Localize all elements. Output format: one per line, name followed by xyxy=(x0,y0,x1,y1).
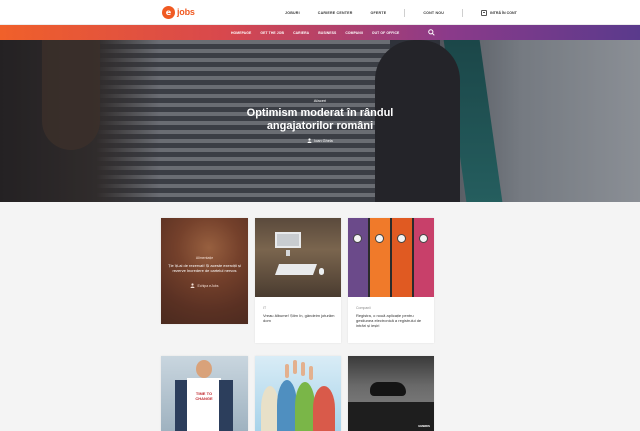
search-icon[interactable] xyxy=(428,29,435,36)
binder-ring xyxy=(375,234,384,243)
category-cariera[interactable]: CARIERA xyxy=(293,31,309,35)
card-category[interactable]: Alimentație xyxy=(167,256,242,260)
nav-separator xyxy=(462,8,464,17)
binder-image xyxy=(348,218,368,297)
page: e jobs JOBURI CARIERE CENTER OFERTE CONT… xyxy=(0,0,640,431)
card-image xyxy=(255,356,341,431)
nav-oferte[interactable]: OFERTE xyxy=(371,11,387,15)
monitor-stand xyxy=(286,250,290,256)
card-overlay-content: Alimentație Ție îți-ai de rezervat! Și a… xyxy=(167,256,242,289)
card-category[interactable]: Companii xyxy=(356,306,371,310)
raised-hand xyxy=(301,362,305,376)
raised-hand xyxy=(293,360,297,374)
article-card[interactable]: IT Vreau ălbume! Știm în, gândeim jotură… xyxy=(255,218,341,343)
article-card[interactable]: TIME TO CHANGE xyxy=(161,356,248,431)
user-icon xyxy=(190,283,195,289)
nav-separator xyxy=(404,8,406,17)
raised-hand xyxy=(309,366,313,380)
category-nav: HOMEPAGE GET THE JOB CARIERA BUSINESS CO… xyxy=(231,25,399,40)
monitor-image xyxy=(275,232,301,248)
binder-image xyxy=(370,218,390,297)
card-image: TIME TO CHANGE xyxy=(161,356,248,431)
card-author[interactable]: Echipa eJobs xyxy=(167,283,242,289)
hero-author[interactable]: Ioan Ghela xyxy=(170,138,470,143)
login-label: INTRĂ ÎN CONT xyxy=(490,10,517,15)
category-get-the-job[interactable]: GET THE JOB xyxy=(260,31,284,35)
mouse-image xyxy=(319,268,324,275)
person-image xyxy=(313,386,335,431)
login-link[interactable]: INTRĂ ÎN CONT xyxy=(481,9,517,16)
top-nav: JOBURI CARIERE CENTER OFERTE CONT NOU IN… xyxy=(285,0,517,25)
card-category[interactable]: IT xyxy=(263,306,266,310)
card-title[interactable]: Ție îți-ai de rezervat! Și aceste exerci… xyxy=(167,263,242,273)
person-image xyxy=(277,380,297,431)
raised-hand xyxy=(285,364,289,378)
hero-title-line: Optimism moderat în rândul xyxy=(246,107,394,119)
category-companii[interactable]: COMPANII xyxy=(345,31,363,35)
card-title[interactable]: Vreau ălbume! Știm în, gândeim joturăm d… xyxy=(263,313,335,323)
bull-image xyxy=(370,382,406,396)
shirt-image xyxy=(187,378,221,431)
card-image xyxy=(348,218,434,297)
keyboard-image xyxy=(274,264,318,275)
hero-title-line: angajatorilor români xyxy=(266,120,374,132)
hero-category[interactable]: Afaceri xyxy=(170,98,470,103)
hero-title[interactable]: Optimism moderat în rândul angajatorilor… xyxy=(170,107,470,133)
nav-cariere-center[interactable]: CARIERE CENTER xyxy=(318,11,353,15)
logo-text: jobs xyxy=(177,7,195,17)
hero-content: Afaceri Optimism moderat în rândul angaj… xyxy=(170,98,470,143)
article-card[interactable]: Alimentație Ție îți-ai de rezervat! Și a… xyxy=(161,218,248,324)
image-tag: EMBRIS xyxy=(418,424,430,428)
binder-ring xyxy=(397,234,406,243)
card-title[interactable]: Registra, o nouă aplicație pentru gestiu… xyxy=(356,313,428,329)
user-icon xyxy=(307,138,312,143)
nav-cont-nou[interactable]: CONT NOU xyxy=(423,11,444,15)
category-homepage[interactable]: HOMEPAGE xyxy=(231,31,251,35)
ejobs-logo[interactable]: e jobs xyxy=(162,5,195,19)
article-card[interactable] xyxy=(255,356,341,431)
category-out-of-office[interactable]: OUT OF OFFICE xyxy=(372,31,399,35)
category-business[interactable]: BUSINESS xyxy=(318,31,336,35)
article-card[interactable]: EMBRIS xyxy=(348,356,434,431)
binder-image xyxy=(392,218,412,297)
card-image: EMBRIS xyxy=(348,356,434,431)
person-image xyxy=(295,382,315,431)
article-card[interactable]: Companii Registra, o nouă aplicație pent… xyxy=(348,218,434,343)
card-image xyxy=(255,218,341,297)
card-author-name: Echipa eJobs xyxy=(197,283,219,288)
hero-author-name: Ioan Ghela xyxy=(314,138,333,143)
binder-ring xyxy=(353,234,362,243)
category-bar: HOMEPAGE GET THE JOB CARIERA BUSINESS CO… xyxy=(0,25,640,40)
binder-ring xyxy=(419,234,428,243)
login-icon xyxy=(481,9,488,16)
logo-mark: e xyxy=(162,5,175,19)
nav-joburi[interactable]: JOBURI xyxy=(285,11,300,15)
binder-image xyxy=(414,218,434,297)
hero-article[interactable]: Afaceri Optimism moderat în rândul angaj… xyxy=(0,40,640,202)
top-header: e jobs JOBURI CARIERE CENTER OFERTE CONT… xyxy=(0,0,640,25)
shirt-slogan: TIME TO CHANGE xyxy=(195,391,213,401)
jacket-image xyxy=(219,380,233,431)
face-image xyxy=(196,360,212,378)
